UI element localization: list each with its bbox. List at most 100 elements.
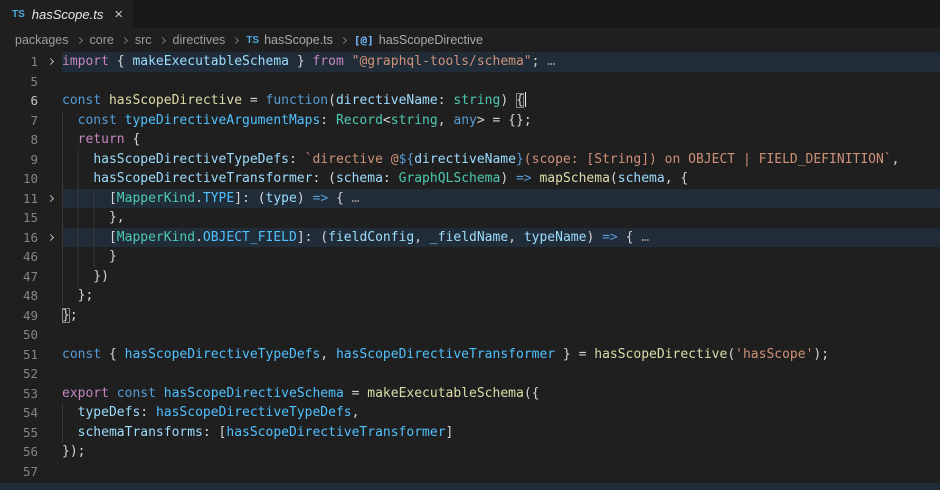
code-text[interactable] — [62, 462, 940, 482]
code-line-49[interactable]: 49}; — [0, 306, 940, 326]
chevron-right-icon — [75, 36, 82, 43]
token: import — [62, 54, 109, 69]
breadcrumb-item-symbol[interactable]: [@] hasScopeDirective — [354, 33, 483, 47]
code-text[interactable]: }, — [62, 208, 940, 228]
fold-area — [38, 91, 62, 111]
token: ) — [500, 93, 516, 108]
code-text[interactable]: export const hasScopeDirectiveSchema = m… — [62, 384, 940, 404]
code-line-46[interactable]: 46 } — [0, 247, 940, 267]
token: , { — [665, 171, 688, 186]
token: hasScopeDirectiveTypeDefs — [156, 405, 352, 420]
code-line-52[interactable]: 52 — [0, 364, 940, 384]
fold-chevron-icon[interactable] — [46, 195, 53, 202]
token: ) — [586, 230, 602, 245]
line-number: 8 — [0, 130, 38, 150]
token: , — [892, 152, 900, 167]
fold-chevron-icon[interactable] — [46, 234, 53, 241]
token: GraphQLSchema — [399, 171, 501, 186]
token: ({ — [524, 386, 540, 401]
code-line-8[interactable]: 8 return { — [0, 130, 940, 150]
token: } = — [555, 347, 594, 362]
token: ${ — [399, 152, 415, 167]
fold-area — [38, 286, 62, 306]
code-text[interactable] — [62, 364, 940, 384]
token: > = {}; — [477, 113, 532, 128]
line-number: 57 — [0, 462, 38, 482]
code-line-56[interactable]: 56}); — [0, 442, 940, 462]
fold-area — [38, 150, 62, 170]
token: } — [62, 308, 70, 323]
breadcrumb-item-packages[interactable]: packages — [15, 33, 69, 47]
gutter: 54 — [0, 403, 62, 423]
code-line-55[interactable]: 55 schemaTransforms: [hasScopeDirectiveT… — [0, 423, 940, 443]
code-text[interactable]: const hasScopeDirective = function(direc… — [62, 91, 940, 111]
code-text[interactable]: schemaTransforms: [hasScopeDirectiveTran… — [62, 423, 940, 443]
breadcrumb-item-core[interactable]: core — [90, 33, 114, 47]
code-text[interactable]: hasScopeDirectiveTransformer: (schema: G… — [62, 169, 940, 189]
gutter: 47 — [0, 267, 62, 287]
code-text[interactable]: }); — [62, 442, 940, 462]
code-line-50[interactable]: 50 — [0, 325, 940, 345]
code-line-48[interactable]: 48 }; — [0, 286, 940, 306]
code-line-51[interactable]: 51const { hasScopeDirectiveTypeDefs, has… — [0, 345, 940, 365]
token: export — [62, 386, 109, 401]
tab-hasscope-ts[interactable]: TS hasScope.ts × — [0, 0, 133, 28]
token: }); — [62, 444, 85, 459]
code-text[interactable]: [MapperKind.OBJECT_FIELD]: (fieldConfig,… — [62, 228, 940, 248]
token: [ — [62, 230, 117, 245]
token: hasScopeDirectiveTypeDefs — [93, 152, 289, 167]
code-line-7[interactable]: 7 const typeDirectiveArgumentMaps: Recor… — [0, 111, 940, 131]
fold-area — [38, 228, 62, 248]
code-text[interactable]: }) — [62, 267, 940, 287]
code-line-9[interactable]: 9 hasScopeDirectiveTypeDefs: `directive … — [0, 150, 940, 170]
line-number: 15 — [0, 208, 38, 228]
code-text[interactable]: } — [62, 247, 940, 267]
fold-chevron-icon[interactable] — [46, 58, 53, 65]
code-line-1[interactable]: 1import { makeExecutableSchema } from "@… — [0, 52, 940, 72]
code-text[interactable]: [MapperKind.TYPE]: (type) => { … — [62, 189, 940, 209]
token: _fieldName — [430, 230, 508, 245]
close-tab-icon[interactable]: × — [114, 7, 123, 22]
symbol-method-icon: [@] — [354, 34, 374, 47]
token: => — [602, 230, 618, 245]
breadcrumb-item-directives[interactable]: directives — [173, 33, 226, 47]
line-number: 54 — [0, 403, 38, 423]
code-line-5[interactable]: 5 — [0, 72, 940, 92]
code-line-6[interactable]: 6const hasScopeDirective = function(dire… — [0, 91, 940, 111]
code-line-10[interactable]: 10 hasScopeDirectiveTransformer: (schema… — [0, 169, 940, 189]
code-line-15[interactable]: 15 }, — [0, 208, 940, 228]
fold-area — [38, 462, 62, 482]
breadcrumb-item-file[interactable]: TS hasScope.ts — [246, 33, 333, 47]
code-text[interactable]: const { hasScopeDirectiveTypeDefs, hasSc… — [62, 345, 940, 365]
gutter: 8 — [0, 130, 62, 150]
gutter: 50 — [0, 325, 62, 345]
fold-area — [38, 325, 62, 345]
token: const — [62, 93, 101, 108]
token — [62, 132, 78, 147]
token: mapSchema — [539, 171, 609, 186]
code-text[interactable]: const typeDirectiveArgumentMaps: Record<… — [62, 111, 940, 131]
gutter: 48 — [0, 286, 62, 306]
code-line-47[interactable]: 47 }) — [0, 267, 940, 287]
code-line-53[interactable]: 53export const hasScopeDirectiveSchema =… — [0, 384, 940, 404]
token: . — [195, 230, 203, 245]
breadcrumb-item-src[interactable]: src — [135, 33, 152, 47]
code-text[interactable]: return { — [62, 130, 940, 150]
token — [117, 113, 125, 128]
code-line-54[interactable]: 54 typeDefs: hasScopeDirectiveTypeDefs, — [0, 403, 940, 423]
code-text[interactable]: hasScopeDirectiveTypeDefs: `directive @$… — [62, 150, 940, 170]
code-text[interactable]: import { makeExecutableSchema } from "@g… — [62, 52, 940, 72]
fold-area — [38, 247, 62, 267]
code-text[interactable]: }; — [62, 286, 940, 306]
code-line-11[interactable]: 11 [MapperKind.TYPE]: (type) => { … — [0, 189, 940, 209]
token: makeExecutableSchema — [367, 386, 524, 401]
code-text[interactable] — [62, 325, 940, 345]
token: hasScopeDirectiveTransformer — [336, 347, 555, 362]
code-line-57[interactable]: 57 — [0, 462, 940, 482]
code-text[interactable]: }; — [62, 306, 940, 326]
code-text[interactable] — [62, 72, 940, 92]
code-line-16[interactable]: 16 [MapperKind.OBJECT_FIELD]: (fieldConf… — [0, 228, 940, 248]
gutter: 46 — [0, 247, 62, 267]
code-text[interactable]: typeDefs: hasScopeDirectiveTypeDefs, — [62, 403, 940, 423]
code-editor[interactable]: 1import { makeExecutableSchema } from "@… — [0, 52, 940, 490]
